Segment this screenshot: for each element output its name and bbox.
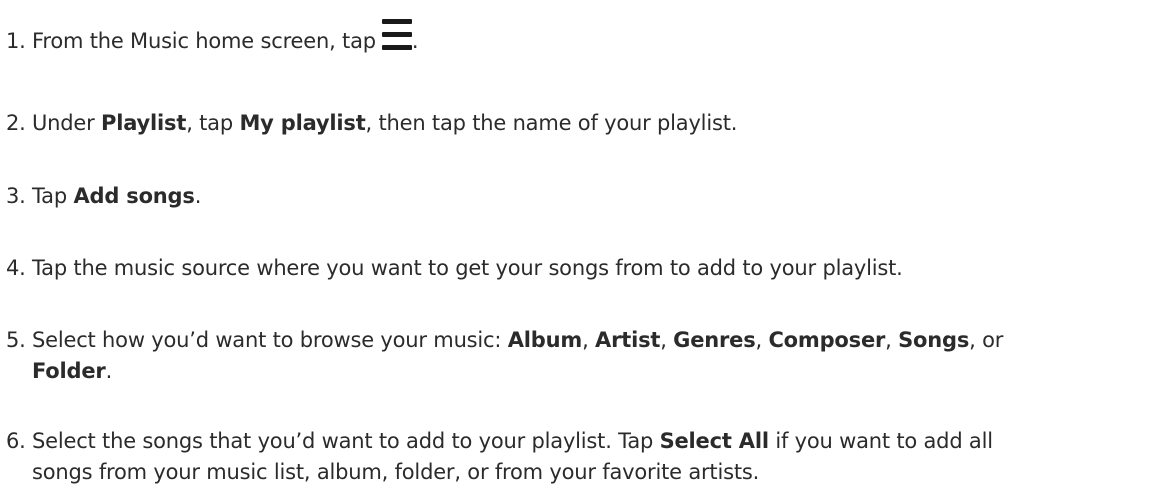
step-text: , or <box>969 328 1004 352</box>
step-1: 1. From the Music home screen, tap. <box>6 16 419 57</box>
step-6: 6. Select the songs that you’d want to ad… <box>6 426 993 488</box>
step-text: songs from your music list, album, folde… <box>32 460 760 484</box>
step-text: Under <box>32 111 102 135</box>
step-number: 3. <box>6 184 26 208</box>
step-emphasis: Songs <box>898 328 970 352</box>
step-text: Select how you’d want to browse your mus… <box>32 328 508 352</box>
step-emphasis: Album <box>507 328 583 352</box>
step-emphasis: Genres <box>673 328 756 352</box>
step-emphasis: Artist <box>595 328 661 352</box>
step-text: . <box>194 184 202 208</box>
step-text: , <box>660 328 674 352</box>
step-text: , <box>755 328 769 352</box>
step-emphasis: Playlist <box>101 111 187 135</box>
step-number: 1. <box>6 29 26 53</box>
step-text: , <box>582 328 596 352</box>
step-text: Select the songs that you’d want to add … <box>32 429 660 453</box>
instruction-steps: 1. From the Music home screen, tap. 2. Und… <box>0 0 1160 502</box>
step-text: , <box>885 328 899 352</box>
step-emphasis: Composer <box>768 328 886 352</box>
step-emphasis: Folder <box>32 359 106 383</box>
step-5: 5. Select how you’d want to browse your m… <box>6 325 1003 387</box>
step-emphasis: Add songs <box>73 184 195 208</box>
step-2: 2. Under Playlist, tap My playlist, then … <box>6 108 737 139</box>
step-text: , then tap the name of your playlist. <box>365 111 738 135</box>
step-emphasis: Select All <box>659 429 769 453</box>
step-text: , tap <box>186 111 240 135</box>
step-number: 6. <box>6 429 26 453</box>
step-4: 4. Tap the music source where you want to… <box>6 253 903 284</box>
step-3: 3. Tap Add songs. <box>6 181 201 212</box>
step-number: 4. <box>6 256 26 280</box>
step-text: . <box>411 29 419 53</box>
step-text: if you want to add all <box>768 429 993 453</box>
step-number: 2. <box>6 111 26 135</box>
step-text: Tap <box>32 184 74 208</box>
step-emphasis: My playlist <box>239 111 366 135</box>
step-number: 5. <box>6 328 26 352</box>
step-text: Tap the music source where you want to g… <box>32 256 903 280</box>
step-text: . <box>105 359 113 383</box>
step-text: From the Music home screen, tap <box>32 29 376 53</box>
menu-icon <box>381 16 412 54</box>
